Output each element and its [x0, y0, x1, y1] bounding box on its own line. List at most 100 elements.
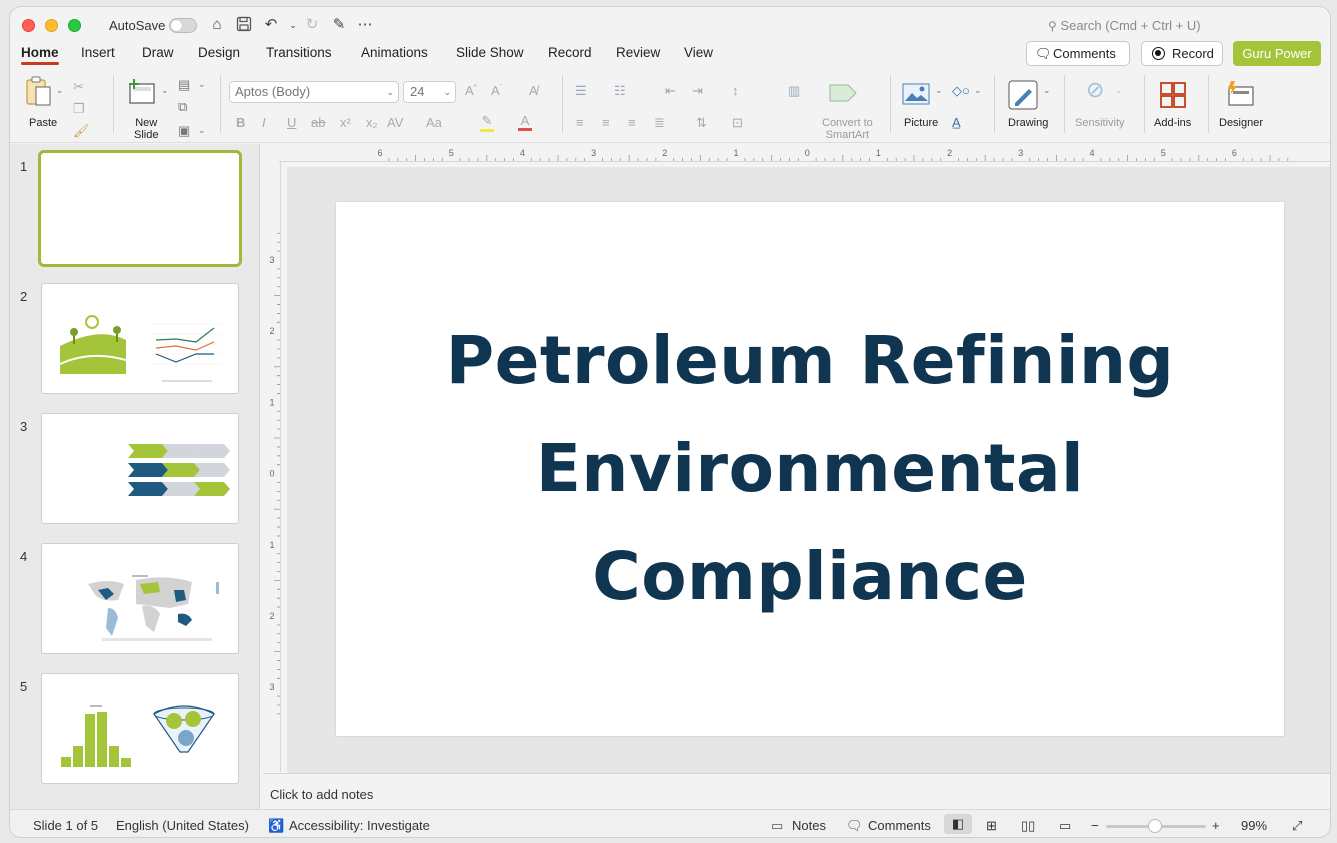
picture-dropdown-icon[interactable]: ⌄ [935, 85, 943, 96]
new-slide-dropdown-icon[interactable]: ⌄ [161, 85, 169, 96]
font-name-select[interactable]: Aptos (Body) ⌄ [229, 81, 399, 103]
tab-animations[interactable]: Animations [361, 45, 428, 60]
align-text-icon[interactable]: ⊡ [732, 115, 743, 131]
change-case-icon[interactable]: Aa [426, 115, 442, 130]
increase-indent-icon[interactable]: ⇥ [692, 83, 703, 99]
section-icon[interactable]: ▣ [178, 123, 190, 139]
format-painter-icon[interactable]: 🖌 [73, 123, 90, 139]
columns-icon[interactable]: ▥ [788, 83, 800, 99]
align-center-icon[interactable]: ≡ [602, 115, 610, 130]
language-indicator[interactable]: English (United States) [116, 818, 249, 833]
subscript-icon[interactable]: x₂ [366, 115, 378, 130]
slideshow-view-icon[interactable]: ▭ [1059, 818, 1071, 834]
fit-to-window-icon[interactable]: ⤢ [1292, 818, 1302, 834]
close-window-button[interactable] [22, 19, 35, 32]
reading-view-icon[interactable]: ▯▯ [1021, 818, 1035, 834]
minimize-window-button[interactable] [45, 19, 58, 32]
accessibility-status[interactable]: Accessibility: Investigate [289, 818, 430, 833]
picture-icon[interactable] [902, 83, 930, 107]
current-slide[interactable]: Petroleum Refining Environmental Complia… [336, 202, 1284, 736]
thumbnail-slide-4[interactable] [41, 543, 239, 654]
zoom-window-button[interactable] [68, 19, 81, 32]
textbox-icon[interactable]: A̲ [952, 115, 961, 130]
text-direction-icon[interactable]: ⇅ [696, 115, 707, 131]
bullets-icon[interactable]: ☰ [575, 83, 587, 99]
increase-font-icon[interactable]: A^ [465, 83, 477, 98]
tab-insert[interactable]: Insert [81, 45, 115, 60]
record-button-label: Record [1172, 46, 1214, 61]
tab-home[interactable]: Home [21, 45, 59, 65]
normal-view-icon[interactable]: ◧ [944, 814, 972, 834]
italic-icon[interactable]: I [262, 115, 266, 130]
tab-design[interactable]: Design [198, 45, 240, 60]
align-right-icon[interactable]: ≡ [628, 115, 636, 130]
cut-icon[interactable]: ✂ [73, 79, 84, 95]
tab-review[interactable]: Review [616, 45, 660, 60]
customize-icon[interactable]: ✎ [329, 16, 349, 34]
zoom-slider[interactable] [1106, 819, 1206, 833]
highlight-icon[interactable]: ✎ [480, 113, 494, 132]
search-field[interactable]: ⚲ Search (Cmd + Ctrl + U) [1048, 18, 1201, 33]
slide-sorter-icon[interactable]: ⊞ [986, 818, 997, 834]
tab-slide-show[interactable]: Slide Show [456, 45, 524, 60]
thumbnail-slide-5[interactable] [41, 673, 239, 784]
decrease-indent-icon[interactable]: ⇤ [665, 83, 676, 99]
thumbnail-slide-2[interactable] [41, 283, 239, 394]
tab-view[interactable]: View [684, 45, 713, 60]
shapes-icon[interactable]: ◇○ [952, 83, 970, 99]
section-dropdown-icon[interactable]: ⌄ [198, 125, 206, 136]
slide-title[interactable]: Petroleum Refining Environmental Complia… [336, 307, 1284, 631]
reset-icon[interactable]: ⧉ [178, 99, 187, 115]
line-spacing-icon[interactable]: ↕ [732, 83, 739, 98]
font-color-icon[interactable]: A [518, 113, 532, 131]
font-size-select[interactable]: 24 ⌄ [403, 81, 456, 103]
undo-dropdown-icon[interactable]: ⌄ [283, 16, 303, 34]
decrease-font-icon[interactable]: Aˇ [491, 83, 502, 98]
tab-record[interactable]: Record [548, 45, 592, 60]
drawing-dropdown-icon[interactable]: ⌄ [1043, 85, 1051, 96]
new-slide-icon[interactable] [127, 77, 157, 107]
zoom-out-button[interactable]: − [1091, 818, 1099, 833]
comments-button[interactable]: 🗨 Comments [1026, 41, 1130, 66]
notes-pane[interactable]: Click to add notes [263, 773, 1330, 809]
zoom-level[interactable]: 99% [1241, 818, 1267, 833]
tab-transitions[interactable]: Transitions [266, 45, 332, 60]
home-icon[interactable]: ⌂ [207, 16, 227, 34]
clear-formatting-icon[interactable]: A̸ [529, 83, 538, 98]
record-button[interactable]: Record [1141, 41, 1223, 66]
shapes-dropdown-icon[interactable]: ⌄ [974, 85, 982, 96]
zoom-in-button[interactable]: + [1212, 818, 1220, 833]
thumbnail-slide-3[interactable] [41, 413, 239, 524]
character-spacing-icon[interactable]: AV [387, 115, 403, 130]
zoom-slider-thumb[interactable] [1148, 819, 1162, 833]
paste-icon[interactable] [24, 75, 54, 107]
ruler-label: 0 [805, 148, 810, 158]
layout-icon[interactable]: ▤ [178, 77, 190, 93]
smartart-icon[interactable] [828, 81, 858, 105]
thumbnail-slide-1[interactable] [38, 150, 242, 267]
numbering-icon[interactable]: ☷ [614, 83, 626, 99]
save-icon[interactable] [234, 16, 254, 34]
more-icon[interactable]: ⋯ [355, 16, 375, 34]
sensitivity-dropdown-icon[interactable]: ⌄ [1115, 85, 1123, 96]
autosave-toggle[interactable] [169, 18, 197, 33]
addins-icon[interactable] [1158, 81, 1188, 111]
superscript-icon[interactable]: x² [340, 115, 351, 130]
align-left-icon[interactable]: ≡ [576, 115, 584, 130]
justify-icon[interactable]: ≣ [654, 115, 665, 131]
guru-power-button[interactable]: Guru Power [1233, 41, 1321, 66]
sensitivity-icon[interactable]: ⊘ [1086, 77, 1104, 103]
strikethrough-icon[interactable]: ab [311, 115, 325, 130]
drawing-icon[interactable] [1007, 79, 1039, 111]
undo-icon[interactable]: ↶ [261, 16, 281, 34]
designer-icon[interactable] [1225, 79, 1257, 109]
copy-icon[interactable]: ❐ [73, 101, 85, 117]
bold-icon[interactable]: B [236, 115, 245, 130]
notes-button[interactable]: Notes [792, 818, 826, 833]
comments-status-button[interactable]: Comments [868, 818, 931, 833]
redo-icon[interactable]: ↻ [302, 16, 322, 34]
layout-dropdown-icon[interactable]: ⌄ [198, 79, 206, 90]
underline-icon[interactable]: U [287, 115, 296, 130]
tab-draw[interactable]: Draw [142, 45, 174, 60]
paste-dropdown-icon[interactable]: ⌄ [56, 85, 64, 96]
